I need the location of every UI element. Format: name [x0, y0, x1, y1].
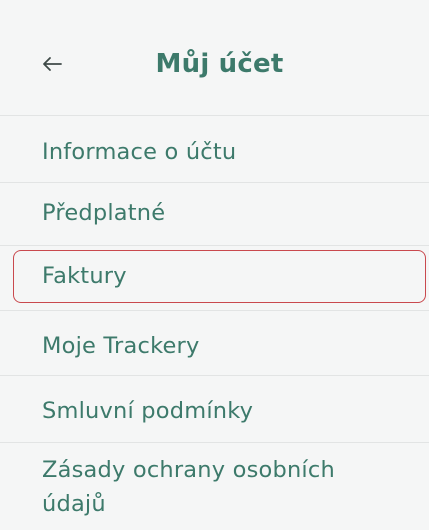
- menu-item-label: Informace o účtu: [42, 139, 237, 165]
- menu-item-label: Předplatné: [42, 200, 166, 226]
- menu-item-subscription[interactable]: Předplatné: [0, 183, 429, 245]
- menu-item-trackers[interactable]: Moje Trackery: [0, 311, 429, 375]
- menu-item-account-info[interactable]: Informace o účtu: [0, 118, 429, 182]
- menu-item-terms[interactable]: Smluvní podmínky: [0, 376, 429, 442]
- menu-item-label: Smluvní podmínky: [42, 398, 254, 424]
- highlight-outline: [13, 250, 426, 303]
- menu-item-label: Moje Trackery: [42, 333, 200, 359]
- header: Můj účet: [0, 0, 429, 112]
- menu-item-privacy-policy[interactable]: Zásady ochrany osobních údajů: [0, 443, 429, 530]
- account-screen: Můj účet Informace o účtu Předplatné Fak…: [0, 0, 429, 530]
- menu-item-label: Zásady ochrany osobních údajů: [42, 457, 335, 517]
- page-title: Můj účet: [155, 49, 284, 79]
- divider: [0, 115, 429, 116]
